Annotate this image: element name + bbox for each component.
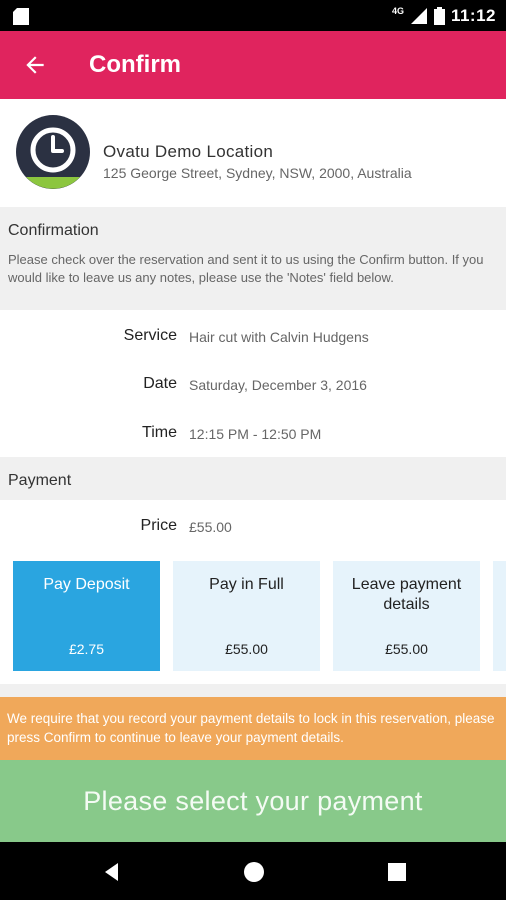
arrow-back-icon[interactable]: [22, 52, 48, 78]
location-address: 125 George Street, Sydney, NSW, 2000, Au…: [103, 165, 412, 181]
detail-value: 12:15 PM - 12:50 PM: [189, 426, 322, 442]
home-circle-icon[interactable]: [243, 861, 265, 883]
detail-label: Date: [143, 375, 177, 392]
detail-row-service: Service Hair cut with Calvin Hudgens: [0, 321, 506, 351]
clock-time: 11:12: [450, 6, 496, 25]
price-label: Price: [140, 517, 177, 534]
navigation-bar: [0, 842, 506, 900]
detail-value: Hair cut with Calvin Hudgens: [189, 329, 369, 345]
option-amount: £55.00: [385, 641, 428, 657]
recents-square-icon[interactable]: [386, 861, 408, 883]
divider: [0, 684, 506, 697]
payment-options: Pay Deposit £2.75 Pay in Full £55.00 Lea…: [0, 561, 506, 671]
option-leave-payment-details[interactable]: Leave payment details £55.00: [333, 561, 480, 671]
location-card: Ovatu Demo Location 125 George Street, S…: [0, 99, 506, 207]
option-amount: £2.75: [68, 641, 105, 657]
detail-row-time: Time 12:15 PM - 12:50 PM: [0, 418, 506, 448]
detail-row-date: Date Saturday, December 3, 2016: [0, 369, 506, 399]
status-icons: 4G 11:12: [392, 4, 496, 28]
page-title: Confirm: [89, 51, 181, 78]
detail-label: Service: [123, 327, 177, 344]
confirmation-heading: Confirmation: [8, 222, 99, 239]
option-label: Pay in Full: [209, 576, 284, 593]
back-triangle-icon[interactable]: [101, 861, 123, 883]
sd-card-icon: [13, 8, 29, 25]
price-row: Price £55.00: [0, 511, 506, 541]
option-pay-deposit[interactable]: Pay Deposit £2.75: [13, 561, 160, 671]
payment-heading: Payment: [8, 472, 72, 489]
battery-icon: [433, 7, 445, 25]
payment-warning: We require that you record your payment …: [0, 697, 506, 760]
option-label: Leave payment details: [351, 576, 462, 613]
detail-label: Time: [142, 424, 177, 441]
option-pay-in-full[interactable]: Pay in Full £55.00: [173, 561, 320, 671]
payment-section: Payment: [0, 457, 506, 500]
network-type: 4G: [391, 6, 404, 16]
detail-value: Saturday, December 3, 2016: [189, 377, 367, 393]
status-bar: 4G 11:12: [0, 0, 506, 31]
select-payment-button[interactable]: Please select your payment: [0, 760, 506, 842]
signal-icon: [410, 8, 427, 24]
option-partial-next[interactable]: [493, 561, 506, 671]
price-value: £55.00: [189, 519, 232, 535]
clock-icon: [16, 115, 90, 189]
confirmation-section: Confirmation Please check over the reser…: [0, 207, 506, 310]
option-amount: £55.00: [225, 641, 268, 657]
option-label: Pay Deposit: [43, 576, 130, 593]
confirmation-description: Please check over the reservation and se…: [8, 252, 484, 285]
location-name: Ovatu Demo Location: [103, 142, 274, 161]
app-bar: Confirm: [0, 31, 506, 99]
